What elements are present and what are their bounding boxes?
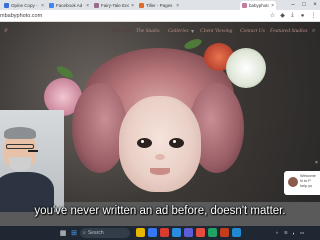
nav-contact-us[interactable]: Contact Us	[240, 28, 265, 34]
extension-icon[interactable]: ◆	[278, 11, 287, 20]
mail-icon[interactable]	[148, 228, 157, 237]
close-icon[interactable]: ×	[131, 3, 134, 9]
edge-icon[interactable]	[172, 228, 181, 237]
presenter-hair	[4, 127, 36, 139]
close-icon[interactable]: ×	[41, 3, 44, 9]
favicon-icon	[4, 3, 9, 8]
favicon-icon	[49, 3, 54, 8]
wifi-icon[interactable]: ≋	[284, 228, 288, 238]
browser-tab-active[interactable]: babyphoto ×	[240, 1, 276, 10]
app-icon[interactable]	[196, 228, 205, 237]
teams-icon[interactable]	[184, 228, 193, 237]
close-icon[interactable]: ×	[86, 3, 89, 9]
url-field[interactable]: mbabyphoto.com	[0, 11, 42, 20]
tab-title: Opine Copy - Free 7 Day...	[11, 3, 39, 8]
flower-hat-left	[72, 83, 127, 173]
chevron-down-icon: ▾	[191, 29, 195, 35]
nav-client-viewing[interactable]: Client Viewing	[200, 28, 232, 34]
file-explorer-icon[interactable]	[136, 228, 145, 237]
tray-chevron-icon[interactable]: ^	[276, 228, 278, 238]
presenter-beard	[9, 157, 31, 171]
taskbar-search[interactable]: ⌕ Search	[80, 228, 130, 238]
search-placeholder: Search	[87, 230, 104, 236]
search-icon[interactable]: ⌕	[312, 28, 315, 35]
start-icon[interactable]: ⊞	[69, 228, 79, 238]
browser-tab-3[interactable]: Fairy-Tale Enchantments ×	[92, 1, 136, 10]
browser-tab-1[interactable]: Opine Copy - Free 7 Day... ×	[2, 1, 46, 10]
maximize-icon[interactable]: □	[299, 0, 309, 10]
eye	[137, 138, 152, 148]
browser-tab-4[interactable]: Tiller - Pages ×	[137, 1, 181, 10]
nav-galleries[interactable]: Galleries	[168, 28, 188, 34]
nav-welcome[interactable]: Welcome	[112, 28, 132, 34]
widgets-icon[interactable]: ▦	[58, 228, 68, 238]
browser-tab-bar: Opine Copy - Free 7 Day... × Facebook Ad…	[0, 0, 320, 10]
headset-mic	[28, 150, 38, 152]
download-icon[interactable]: ⤓	[288, 11, 297, 20]
chat-message: Welcome hi to P help yo	[300, 174, 316, 188]
close-icon[interactable]: ×	[176, 3, 179, 9]
profile-icon[interactable]: ●	[298, 11, 307, 20]
baby-face	[119, 96, 201, 192]
favicon-icon	[139, 3, 144, 8]
nose	[155, 154, 165, 160]
minimize-icon[interactable]: –	[288, 0, 298, 10]
hero-photo	[44, 37, 274, 206]
chat-close-icon[interactable]: ×	[315, 160, 318, 166]
browser-tab-2[interactable]: Facebook Ad - Google... ×	[47, 1, 91, 10]
excel-icon[interactable]	[208, 228, 217, 237]
volume-icon[interactable]: ◖	[292, 228, 295, 238]
nav-the-studio[interactable]: The Studio	[136, 28, 160, 34]
battery-icon[interactable]: ▭	[300, 228, 304, 238]
powerpoint-icon[interactable]	[220, 228, 229, 237]
video-subtitle: you've never written an ad before, doesn…	[34, 205, 286, 217]
tab-title: Facebook Ad - Google...	[56, 3, 84, 8]
address-bar: mbabyphoto.com ☆ ◆ ⤓ ● ⋮	[0, 10, 320, 22]
favicon-icon	[94, 3, 99, 8]
menu-icon[interactable]: ⋮	[309, 11, 318, 20]
site-logo[interactable]: ⚘	[2, 27, 8, 35]
webcam-overlay	[0, 110, 64, 212]
bookmark-icon[interactable]: ☆	[268, 11, 277, 20]
flower-decoration	[226, 48, 266, 88]
app-icon[interactable]	[232, 228, 241, 237]
chat-widget[interactable]: Welcome hi to P help yo	[284, 171, 320, 195]
leaf-decoration	[183, 37, 203, 51]
nav-featured-studios[interactable]: Featured Studios	[270, 28, 308, 34]
window-close-icon[interactable]: ×	[310, 0, 320, 10]
tab-title: Fairy-Tale Enchantments	[101, 3, 130, 8]
search-icon: ⌕	[83, 230, 86, 236]
favicon-icon	[242, 3, 247, 8]
avatar	[288, 177, 298, 187]
chrome-icon[interactable]	[160, 228, 169, 237]
tab-title: Tiller - Pages	[146, 3, 173, 8]
taskbar: ▦ ⊞ ⌕ Search ^ ≋ ◖ ▭	[0, 226, 320, 240]
presenter-glasses	[6, 144, 34, 149]
eye	[169, 138, 184, 148]
mouth	[150, 168, 170, 175]
close-icon[interactable]: ×	[271, 3, 274, 9]
tab-title: babyphoto	[249, 3, 270, 8]
